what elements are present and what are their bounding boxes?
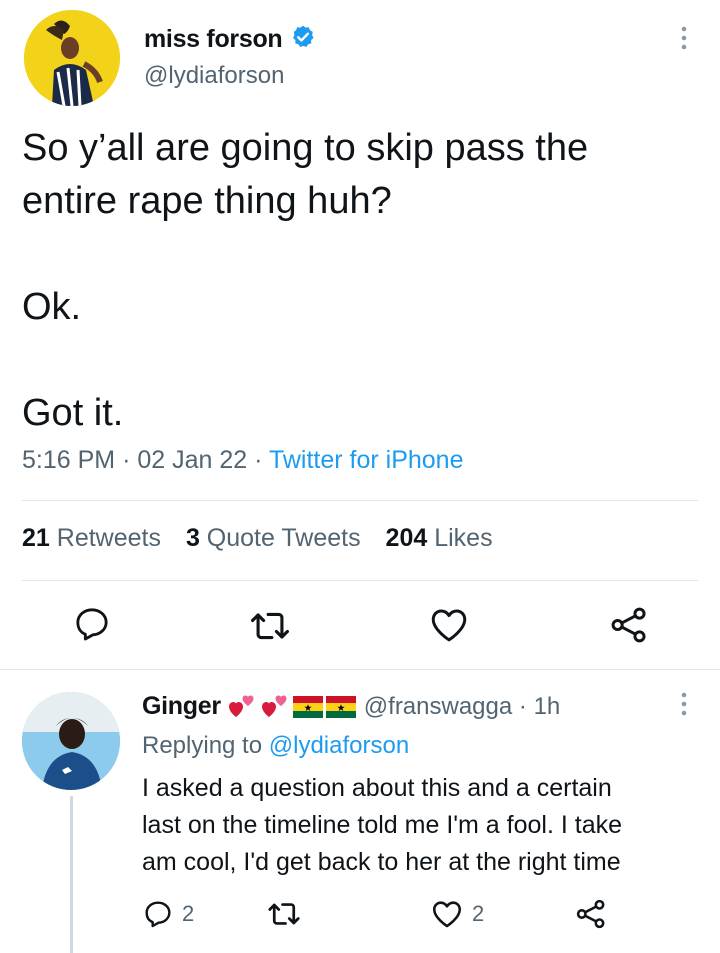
reply-text: I asked a question about this and a cert…: [142, 774, 623, 876]
tweet-meta: 5:16 PM · 02 Jan 22 · Twitter for iPhone: [22, 446, 463, 475]
meta-separator: ·: [254, 446, 269, 474]
retweet-button[interactable]: [248, 604, 292, 648]
replying-to: Replying to @lydiaforson: [142, 732, 409, 760]
author-handle[interactable]: @lydiaforson: [144, 62, 316, 90]
retweet-icon: [251, 612, 289, 640]
thread-line: [70, 796, 73, 953]
reply-retweet-button[interactable]: [266, 894, 302, 934]
reply-reply-button[interactable]: 2: [142, 894, 194, 934]
avatar-image: [24, 10, 120, 106]
share-icon: [611, 607, 646, 643]
divider: [0, 669, 720, 670]
like-button[interactable]: [428, 604, 472, 648]
reply-icon: [76, 608, 108, 641]
retweets-count: 21: [22, 524, 50, 552]
reply-icon: [145, 901, 171, 928]
reply-share-button[interactable]: [574, 894, 608, 934]
likes-label: Likes: [434, 524, 493, 552]
tweet-time[interactable]: 5:16 PM: [22, 446, 115, 474]
verified-badge-icon: [290, 24, 316, 55]
heart-icon: [228, 695, 254, 717]
avatar-image: [22, 692, 120, 790]
name-emojis: [227, 694, 356, 720]
share-button[interactable]: [608, 604, 652, 648]
ghana-flag-icon: [325, 695, 356, 718]
ghana-flag-icon: [292, 695, 323, 718]
quote-tweets-stat[interactable]: 3 Quote Tweets: [186, 524, 361, 552]
retweet-icon: [268, 903, 300, 925]
likes-stat[interactable]: 204 Likes: [386, 524, 493, 552]
meta-separator: ·: [122, 446, 138, 474]
share-icon: [576, 899, 605, 929]
reply-author-avatar[interactable]: [22, 692, 120, 790]
replying-mention-link[interactable]: @lydiaforson: [269, 732, 409, 759]
tweet-source-link[interactable]: Twitter for iPhone: [269, 446, 464, 474]
quotes-count: 3: [185, 524, 200, 552]
reply-time[interactable]: 1h: [534, 693, 561, 721]
retweets-label: Retweets: [56, 524, 161, 552]
meta-separator: ·: [512, 692, 534, 720]
tweet-author: miss forson @lydiaforson: [144, 24, 316, 90]
reply-author-name[interactable]: Ginger: [142, 692, 221, 721]
likes-count: 204: [385, 524, 428, 552]
retweets-stat[interactable]: 21 Retweets: [22, 524, 161, 552]
like-icon: [431, 609, 467, 642]
reply-header: Ginger @franswagga · 1h: [142, 692, 560, 721]
tweet-text: So y’all are going to skip pass the enti…: [22, 127, 589, 434]
like-icon: [432, 901, 462, 928]
quotes-label: Quote Tweets: [206, 524, 361, 552]
heart-icon: [261, 695, 287, 717]
like-count: 2: [472, 901, 485, 926]
author-avatar[interactable]: [24, 10, 120, 106]
replying-label: Replying to: [142, 732, 263, 759]
tweet-stats: 21 Retweets 3 Quote Tweets 204 Likes: [22, 524, 511, 553]
divider: [22, 500, 698, 501]
reply-button[interactable]: [72, 604, 116, 648]
tweet-date[interactable]: 02 Jan 22: [137, 446, 247, 474]
more-options-icon[interactable]: [670, 690, 698, 718]
reply-like-button[interactable]: 2: [430, 894, 484, 934]
author-name[interactable]: miss forson: [144, 25, 283, 54]
more-options-icon[interactable]: [670, 24, 698, 52]
reply-count: 2: [182, 901, 195, 926]
divider: [22, 580, 698, 581]
reply-author-handle[interactable]: @franswagga: [364, 693, 512, 721]
